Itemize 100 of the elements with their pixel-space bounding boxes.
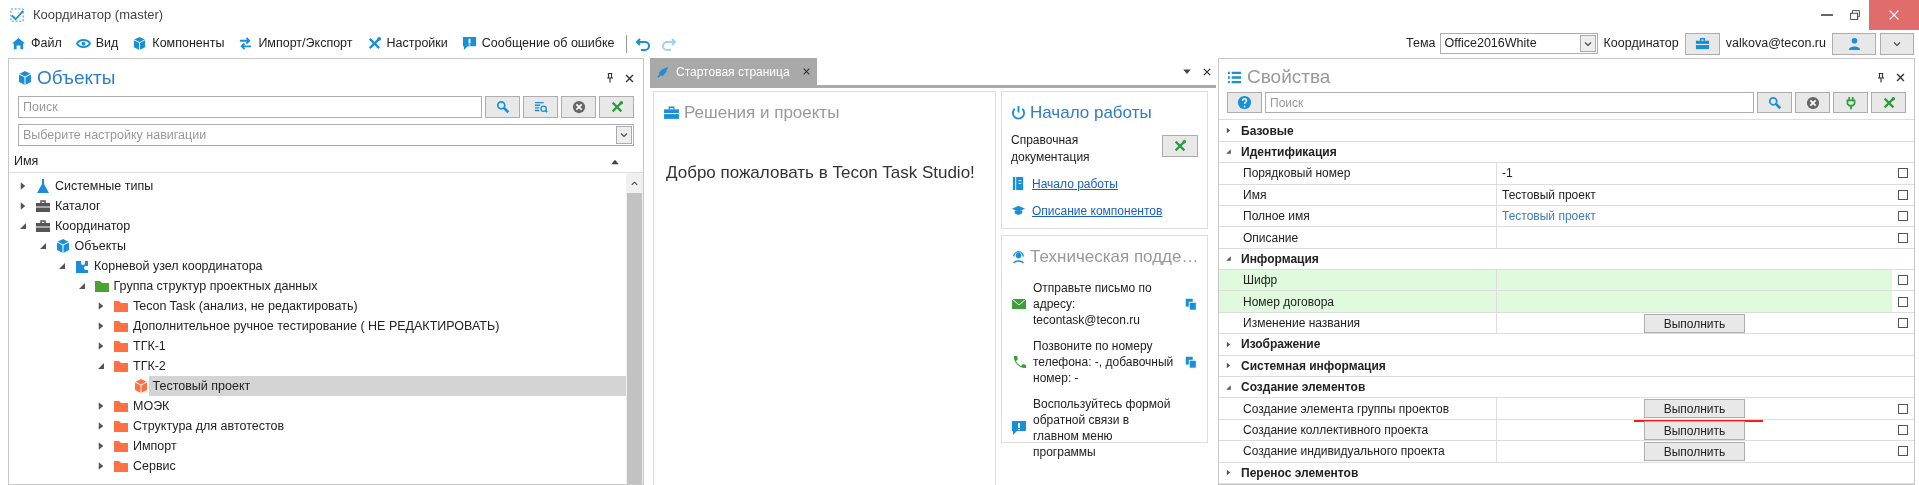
close-icon <box>624 72 635 84</box>
tree-item[interactable]: Объекты <box>70 236 626 256</box>
execute-button[interactable]: Выполнить <box>1644 313 1745 333</box>
documentation-button[interactable] <box>1162 134 1198 157</box>
tree-item[interactable]: Сервис <box>129 456 626 476</box>
category-header[interactable]: Базовые <box>1241 121 1294 140</box>
expand-arrow[interactable] <box>1224 339 1233 349</box>
menu-item[interactable]: Настройки <box>363 32 451 55</box>
user-button[interactable] <box>1832 32 1876 55</box>
theme-select[interactable]: Office2016White <box>1439 33 1598 54</box>
advanced-search-button[interactable] <box>523 96 558 118</box>
close-tab-button[interactable] <box>1202 66 1212 77</box>
property-label: Изменение названия <box>1243 315 1361 333</box>
checkbox[interactable] <box>1898 296 1908 307</box>
help-link[interactable]: Начало работы <box>1032 174 1118 193</box>
pin-button[interactable] <box>604 72 616 84</box>
menu-item[interactable]: Импорт/Экспорт <box>235 32 356 55</box>
checkbox[interactable] <box>1898 232 1908 243</box>
scrollbar[interactable] <box>626 173 643 484</box>
execute-button[interactable]: Выполнить <box>1644 399 1745 419</box>
collapse-arrow[interactable] <box>1224 254 1233 264</box>
search-button[interactable] <box>485 96 520 118</box>
category-header[interactable]: Информация <box>1241 249 1319 268</box>
checkbox[interactable] <box>1898 168 1908 179</box>
tree-item[interactable]: Корневой узел координатора <box>90 256 626 276</box>
property-label: Имя <box>1243 186 1267 204</box>
briefcase-icon <box>663 104 680 122</box>
column-header[interactable]: Имя <box>14 152 39 171</box>
tree-item[interactable]: Группа структур проектных данных <box>109 276 626 296</box>
search-field[interactable]: Поиск <box>1265 92 1754 114</box>
property-label: Номер договора <box>1243 293 1334 311</box>
tree-item[interactable]: Каталог <box>51 196 626 216</box>
expand-arrow[interactable] <box>1224 361 1233 371</box>
tree-item[interactable]: Дополнительное ручное тестирование ( НЕ РЕДАКТИРОВАТЬ) <box>129 316 626 336</box>
coordinator-button[interactable] <box>1684 32 1720 55</box>
checkbox[interactable] <box>1898 189 1908 200</box>
property-value: -1 <box>1501 165 1513 183</box>
help-link[interactable]: Описание компонентов <box>1032 201 1163 220</box>
tree-item[interactable]: ТГК-2 <box>129 356 626 376</box>
checkbox[interactable] <box>1898 211 1908 222</box>
card-title: Техническая подде… <box>1030 246 1199 268</box>
settings-button[interactable] <box>599 96 634 118</box>
book-icon <box>1011 176 1026 191</box>
search-button[interactable] <box>1757 92 1792 114</box>
folder-icon <box>113 358 129 374</box>
close-panel-button[interactable] <box>624 72 635 84</box>
copy-button[interactable] <box>1184 354 1198 369</box>
tree-item[interactable]: МОЭК <box>129 396 626 416</box>
execute-button[interactable]: Выполнить <box>1644 441 1745 461</box>
tree-item[interactable]: Структура для автотестов <box>129 416 626 436</box>
category-header[interactable]: Перенос элементов <box>1241 463 1359 482</box>
category-header[interactable]: Идентификация <box>1241 142 1337 161</box>
eye-icon <box>75 36 91 51</box>
briefcase-icon <box>1694 36 1710 51</box>
copy-icon <box>1184 354 1198 369</box>
support-text: Позвоните по номеру телефона: -, добавочный номер: - <box>1033 337 1175 386</box>
help-button[interactable] <box>1227 92 1262 114</box>
checkbox[interactable] <box>1898 446 1908 457</box>
property-value-link[interactable]: Тестовый проект <box>1497 207 1596 226</box>
menu-item[interactable]: Файл <box>8 32 65 55</box>
category-header[interactable]: Создание элементов <box>1241 378 1366 397</box>
clear-button[interactable] <box>561 96 596 118</box>
tree-item[interactable]: Tecon Task (анализ, не редактировать) <box>129 296 626 316</box>
graduation-cap-icon <box>1011 203 1026 218</box>
checkbox[interactable] <box>1898 403 1908 414</box>
phone-icon <box>1011 353 1027 370</box>
tree-item[interactable]: Системные типы <box>51 176 626 196</box>
close-icon <box>1895 72 1906 84</box>
property-label: Полное имя <box>1243 208 1310 226</box>
category-header[interactable]: Изображение <box>1241 335 1321 354</box>
checkbox[interactable] <box>1898 318 1908 329</box>
expand-arrow[interactable] <box>1224 126 1233 136</box>
checkbox[interactable] <box>1898 425 1908 435</box>
close-icon <box>801 67 811 76</box>
menu-item[interactable]: Сообщение об ошибке <box>458 32 618 55</box>
collapse-arrow[interactable] <box>1224 147 1233 157</box>
category-header[interactable]: Системная информация <box>1241 356 1386 375</box>
tree-item[interactable]: ТГК-1 <box>129 336 626 356</box>
close-icon <box>1202 66 1212 77</box>
cube-icon <box>54 238 71 254</box>
card-title: Начало работы <box>1030 102 1152 124</box>
close-panel-button[interactable] <box>1895 72 1906 84</box>
pin-button[interactable] <box>1875 71 1887 84</box>
minimize-icon <box>1821 14 1833 16</box>
copy-button[interactable] <box>1184 296 1198 311</box>
menu-item[interactable]: Вид <box>72 32 122 55</box>
clear-button[interactable] <box>1795 92 1830 114</box>
plug-button[interactable] <box>1833 92 1868 114</box>
folder-icon <box>113 418 129 434</box>
folder-icon <box>93 278 110 294</box>
tree-item[interactable]: Тестовый проект <box>148 376 626 396</box>
settings-button[interactable] <box>1871 92 1906 114</box>
menu-item[interactable]: Компоненты <box>129 32 228 55</box>
search-field[interactable]: Поиск <box>18 96 482 118</box>
checkbox[interactable] <box>1898 275 1908 286</box>
tree-item[interactable]: Импорт <box>129 436 626 456</box>
tree-item[interactable]: Координатор <box>51 216 626 236</box>
expand-arrow[interactable] <box>1224 468 1233 478</box>
flask-icon <box>35 178 51 194</box>
support-text: Отправьте письмо по адресу: tecontask@tecon.ru <box>1033 279 1153 328</box>
